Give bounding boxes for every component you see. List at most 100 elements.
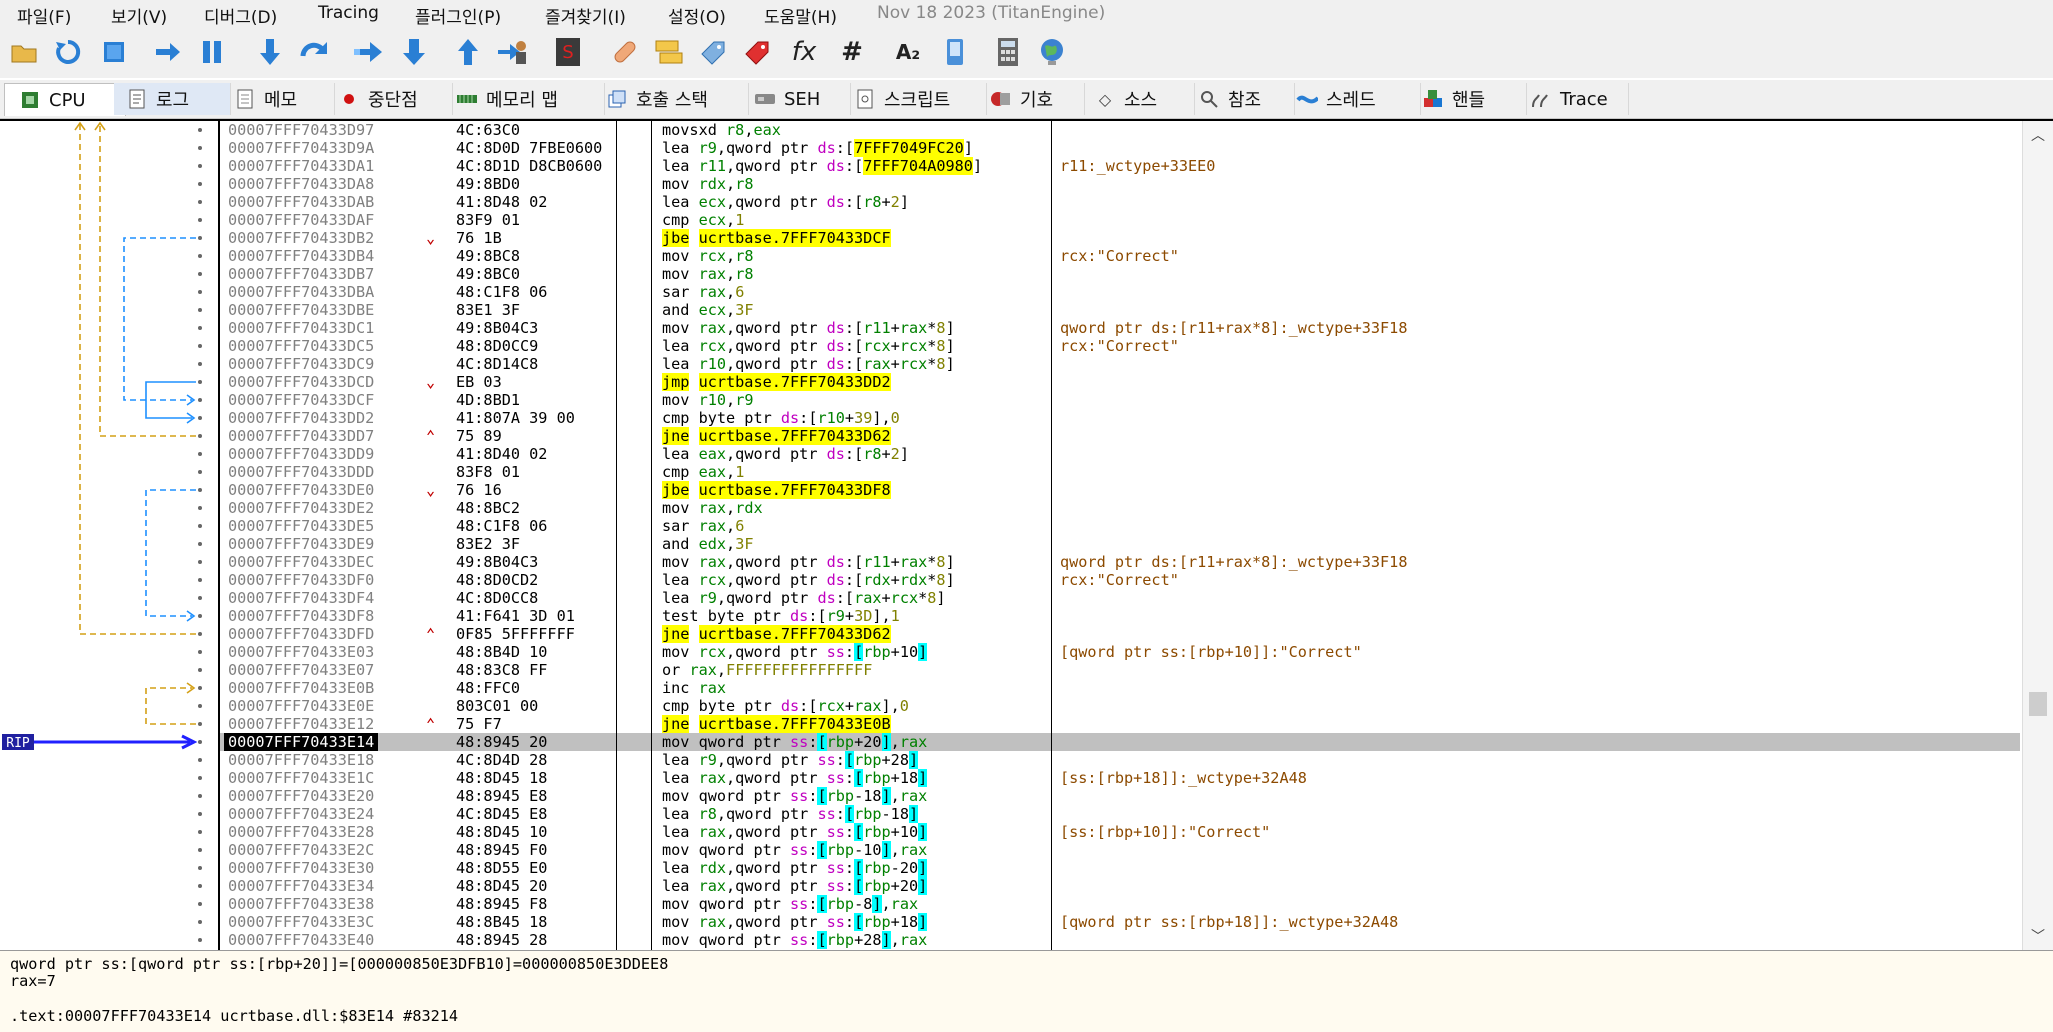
- tab-notes[interactable]: 메모: [222, 83, 335, 115]
- tab-script[interactable]: 스크립트: [842, 83, 987, 115]
- menu-plugins[interactable]: 플러그인(P): [415, 3, 501, 28]
- disasm-row[interactable]: 00007FFF70433E07 48:83C8 FF or rax,FFFFFFF…: [220, 661, 2020, 679]
- disasm-row[interactable]: 00007FFF70433DC9 4C:8D14C8 lea r10,qword p…: [220, 355, 2020, 373]
- trace-into-icon[interactable]: [352, 36, 384, 68]
- strings-icon[interactable]: A₂: [892, 36, 924, 68]
- disasm-row[interactable]: 00007FFF70433E0E 803C01 00 cmp byte ptr ds…: [220, 697, 2020, 715]
- disasm-row[interactable]: 00007FFF70433DCF 4D:8BD1 mov r10,r9: [220, 391, 2020, 409]
- tab-handles[interactable]: 핸들: [1408, 83, 1527, 115]
- comment-cell: [qword ptr ss:[rbp+18]]:_wctype+32A48: [1060, 913, 1399, 931]
- tab-call-stack[interactable]: 호출 스택: [596, 83, 749, 115]
- tab-seh-label: SEH: [784, 88, 821, 110]
- globe-icon[interactable]: [1036, 36, 1068, 68]
- disasm-row[interactable]: 00007FFF70433E34 48:8D45 20 lea rax,qword …: [220, 877, 2020, 895]
- disasm-row[interactable]: 00007FFF70433DF4 4C:8D0CC8 lea r9,qword pt…: [220, 589, 2020, 607]
- disasm-row[interactable]: 00007FFF70433E18 4C:8D4D 28 lea r9,qword p…: [220, 751, 2020, 769]
- disasm-row[interactable]: 00007FFF70433E38 48:8945 F8 mov qword ptr …: [220, 895, 2020, 913]
- tab-seh[interactable]: SEH: [742, 83, 851, 115]
- disassembly-pane[interactable]: RIP 00007FFF70433D97 4C:63C0 movsxd r8,eax…: [0, 119, 2053, 950]
- disasm-row[interactable]: 00007FFF70433DB7 49:8BC0 mov rax,r8: [220, 265, 2020, 283]
- disasm-row[interactable]: 00007FFF70433DF8 41:F641 3D 01 test byte p…: [220, 607, 2020, 625]
- tab-references[interactable]: 참조: [1180, 83, 1295, 115]
- device-icon[interactable]: [940, 36, 972, 68]
- disasm-row[interactable]: 00007FFF70433DFD ⌃ 0F85 5FFFFFFF jne ucrtba…: [220, 625, 2020, 643]
- step-over-icon[interactable]: [298, 36, 330, 68]
- patch-icon[interactable]: [608, 36, 640, 68]
- menu-debug[interactable]: 디버그(D): [204, 3, 277, 28]
- disasm-row[interactable]: 00007FFF70433DAB 41:8D48 02 lea ecx,qword …: [220, 193, 2020, 211]
- disasm-row[interactable]: 00007FFF70433DD2 41:807A 39 00 cmp byte pt…: [220, 409, 2020, 427]
- functions-icon[interactable]: fx: [788, 36, 820, 68]
- disasm-row[interactable]: 00007FFF70433E3C 48:8B45 18 mov rax,qword …: [220, 913, 2020, 931]
- disasm-row[interactable]: 00007FFF70433DA1 4C:8D1D D8CB0600 lea r11,…: [220, 157, 2020, 175]
- disasm-row[interactable]: 00007FFF70433E24 4C:8D45 E8 lea r8,qword p…: [220, 805, 2020, 823]
- labels-icon[interactable]: [698, 36, 730, 68]
- disasm-row[interactable]: 00007FFF70433DD7 ⌃ 75 89 jne ucrtbase.7FFF7…: [220, 427, 2020, 445]
- disasm-row[interactable]: 00007FFF70433DB4 49:8BC8 mov rcx,r8 rcx:"Co…: [220, 247, 2020, 265]
- tab-symbols[interactable]: 기호: [978, 83, 1085, 115]
- disasm-row[interactable]: 00007FFF70433E14 48:8945 20 mov qword ptr …: [220, 733, 2020, 751]
- tab-breakpoints[interactable]: 중단점: [326, 83, 453, 115]
- run-icon[interactable]: [152, 36, 184, 68]
- trace-over-icon[interactable]: [398, 36, 430, 68]
- stop-icon[interactable]: [98, 36, 130, 68]
- disasm-row[interactable]: 00007FFF70433DD9 41:8D40 02 lea eax,qword …: [220, 445, 2020, 463]
- menu-tracing[interactable]: Tracing: [318, 3, 379, 23]
- disasm-row[interactable]: 00007FFF70433DA8 49:8BD0 mov rdx,r8: [220, 175, 2020, 193]
- disasm-row[interactable]: 00007FFF70433E12 ⌃ 75 F7 jne ucrtbase.7FFF7…: [220, 715, 2020, 733]
- execute-till-return-icon[interactable]: [452, 36, 484, 68]
- disasm-row[interactable]: 00007FFF70433DB2 ⌄ 76 1B jbe ucrtbase.7FFF7…: [220, 229, 2020, 247]
- disassembly-scrollbar[interactable]: ︿ ﹀: [2022, 121, 2053, 950]
- jump-line: [123, 237, 196, 401]
- open-icon[interactable]: [8, 36, 40, 68]
- tab-threads[interactable]: 스레드: [1280, 83, 1421, 115]
- menu-view[interactable]: 보기(V): [111, 3, 167, 28]
- disasm-row[interactable]: 00007FFF70433E2C 48:8945 F0 mov qword ptr …: [220, 841, 2020, 859]
- menu-favourites[interactable]: 즐겨찾기(I): [545, 3, 626, 28]
- disasm-row[interactable]: 00007FFF70433DAF 83F9 01 cmp ecx,1: [220, 211, 2020, 229]
- scroll-down-icon[interactable]: ﹀: [2031, 926, 2045, 946]
- scylla-icon[interactable]: S: [552, 36, 584, 68]
- calculator-icon[interactable]: [992, 36, 1024, 68]
- bookmarks-icon[interactable]: [742, 36, 774, 68]
- tab-trace[interactable]: Trace: [1516, 83, 1629, 115]
- scroll-up-icon[interactable]: ︿: [2031, 125, 2045, 145]
- disasm-row[interactable]: 00007FFF70433DF0 48:8D0CD2 lea rcx,qword p…: [220, 571, 2020, 589]
- disasm-row[interactable]: 00007FFF70433E1C 48:8D45 18 lea rax,qword …: [220, 769, 2020, 787]
- disasm-row[interactable]: 00007FFF70433DBA 48:C1F8 06 sar rax,6: [220, 283, 2020, 301]
- disasm-row[interactable]: 00007FFF70433DDD 83F8 01 cmp eax,1: [220, 463, 2020, 481]
- tab-cpu[interactable]: CPU: [4, 83, 126, 116]
- menu-options[interactable]: 설정(O): [668, 3, 726, 28]
- run-to-user-code-icon[interactable]: [496, 36, 528, 68]
- menu-file[interactable]: 파일(F): [17, 3, 71, 28]
- disasm-row[interactable]: 00007FFF70433DC5 48:8D0CC9 lea rcx,qword p…: [220, 337, 2020, 355]
- instruction-cell: movsxd r8,eax: [662, 121, 781, 139]
- address-cell: 00007FFF70433E34: [228, 877, 375, 895]
- disasm-row[interactable]: 00007FFF70433E0B 48:FFC0 inc rax: [220, 679, 2020, 697]
- hash-icon[interactable]: #: [836, 36, 868, 68]
- disasm-row[interactable]: 00007FFF70433DE5 48:C1F8 06 sar rax,6: [220, 517, 2020, 535]
- disasm-row[interactable]: 00007FFF70433E20 48:8945 E8 mov qword ptr …: [220, 787, 2020, 805]
- disasm-row[interactable]: 00007FFF70433DCD ⌄ EB 03 jmp ucrtbase.7FFF7…: [220, 373, 2020, 391]
- tab-memory-map[interactable]: 메모리 맵: [444, 83, 605, 115]
- disasm-row[interactable]: 00007FFF70433E03 48:8B4D 10 mov rcx,qword …: [220, 643, 2020, 661]
- disasm-row[interactable]: 00007FFF70433DE9 83E2 3F and edx,3F: [220, 535, 2020, 553]
- disasm-row[interactable]: 00007FFF70433DC1 49:8B04C3 mov rax,qword p…: [220, 319, 2020, 337]
- disasm-row[interactable]: 00007FFF70433D97 4C:63C0 movsxd r8,eax: [220, 121, 2020, 139]
- disasm-row[interactable]: 00007FFF70433D9A 4C:8D0D 7FBE0600 lea r9,q…: [220, 139, 2020, 157]
- disasm-row[interactable]: 00007FFF70433E30 48:8D55 E0 lea rdx,qword …: [220, 859, 2020, 877]
- disasm-row[interactable]: 00007FFF70433E40 48:8945 28 mov qword ptr …: [220, 931, 2020, 949]
- tab-log[interactable]: 로그: [114, 83, 231, 115]
- tab-source[interactable]: ◇ 소스: [1076, 83, 1195, 115]
- disasm-row[interactable]: 00007FFF70433DBE 83E1 3F and ecx,3F: [220, 301, 2020, 319]
- disasm-row[interactable]: 00007FFF70433DE2 48:8BC2 mov rax,rdx: [220, 499, 2020, 517]
- disasm-row[interactable]: 00007FFF70433E28 48:8D45 10 lea rax,qword …: [220, 823, 2020, 841]
- disasm-row[interactable]: 00007FFF70433DE0 ⌄ 76 16 jbe ucrtbase.7FFF7…: [220, 481, 2020, 499]
- comments-icon[interactable]: [652, 36, 684, 68]
- restart-icon[interactable]: [52, 36, 84, 68]
- scrollbar-thumb[interactable]: [2029, 692, 2047, 716]
- pause-icon[interactable]: [196, 36, 228, 68]
- menu-help[interactable]: 도움말(H): [764, 3, 837, 28]
- step-into-icon[interactable]: [254, 36, 286, 68]
- disasm-row[interactable]: 00007FFF70433DEC 49:8B04C3 mov rax,qword p…: [220, 553, 2020, 571]
